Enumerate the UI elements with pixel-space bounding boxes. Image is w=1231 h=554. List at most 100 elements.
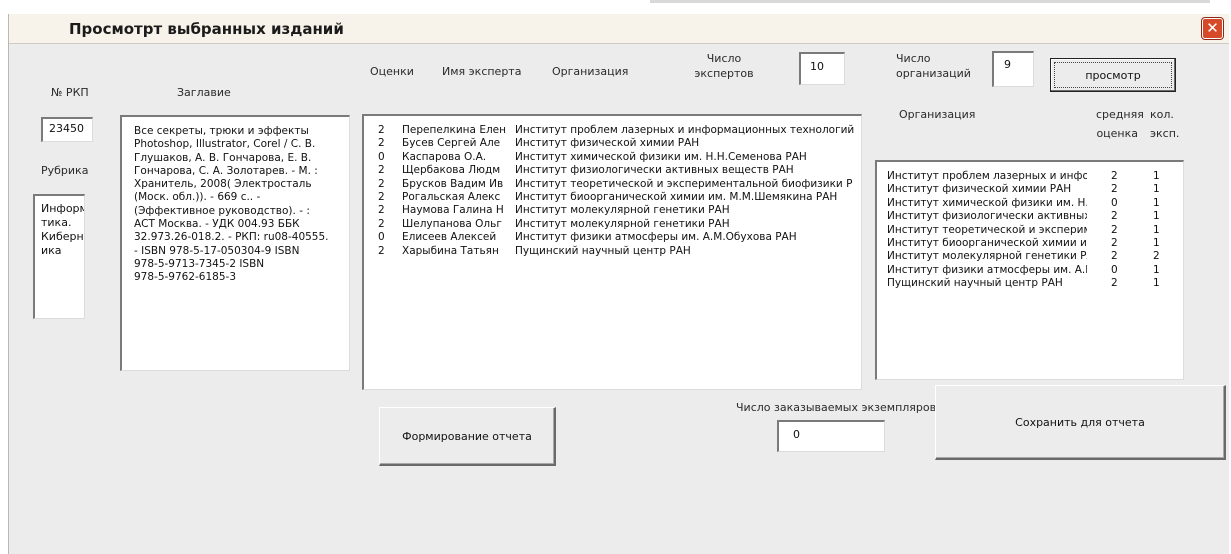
expert-organization: Институт молекулярной генетики РАН <box>515 204 730 217</box>
rubric-field[interactable]: Информатика.Кибернетика <box>33 194 85 319</box>
expert-rating: 0 <box>378 150 385 163</box>
expert-row[interactable]: 2 Шелупанова Ольг Институт молекулярной ге… <box>364 218 861 231</box>
expert-rating: 0 <box>378 231 385 244</box>
title-line: Все секреты, трюки и эффекты <box>134 125 309 137</box>
rubric-line: ика <box>41 244 62 257</box>
expert-name: Харыбина Татьян <box>402 244 499 257</box>
organization-name: Институт проблем лазерных и инфорі <box>887 170 1087 182</box>
organization-avg-rating: 0 <box>1111 196 1118 209</box>
expert-row[interactable]: 2 Харыбина Татьян Пущинский научный центр … <box>364 245 861 258</box>
organization-expert-count: 1 <box>1153 277 1160 290</box>
avg-rating-header: средняя оценка <box>1096 108 1144 140</box>
close-icon: ✕ <box>1206 19 1219 37</box>
experts-count-label: Число экспертов <box>684 52 764 80</box>
avg-rating-header-line2: оценка <box>1096 127 1138 140</box>
organization-row[interactable]: Институт физики атмосферы им. А.М. 0 1 <box>877 264 1183 277</box>
expert-name-header: Имя эксперта <box>442 65 522 78</box>
title-bar: Просмотрт выбранных изданий ✕ <box>9 14 1229 44</box>
expert-organization: Институт химической физики им. Н.Н.Семен… <box>515 150 807 163</box>
avg-rating-header-line1: средняя <box>1096 108 1144 121</box>
organization-row[interactable]: Институт молекулярной генетики РАН 2 2 <box>877 250 1183 263</box>
expert-organization: Институт физиологически активных веществ… <box>515 164 794 177</box>
expert-organization: Институт биоорганической химии им. М.М.Ш… <box>515 191 838 203</box>
save-for-report-button[interactable]: Сохранить для отчета <box>935 385 1226 460</box>
experts-count-field[interactable]: 10 <box>799 52 845 85</box>
expert-name: Бусев Сергей Але <box>402 137 501 150</box>
copies-field[interactable]: 0 <box>777 420 885 452</box>
organization-row[interactable]: Институт химической физики им. Н.Н. 0 1 <box>877 197 1183 210</box>
orgs-count-label-line1: Число <box>896 52 931 65</box>
expert-row[interactable]: 2 Перепелкина Елен Институт проблем лазерн… <box>364 124 861 137</box>
title-line: 32.973.26-018.2. - РКП: ru08-40555. <box>134 231 329 244</box>
experts-list[interactable]: 2 Перепелкина Елен Институт проблем лазерн… <box>362 114 862 390</box>
rubric-line: Информа <box>41 202 84 215</box>
expert-row[interactable]: 2 Брусков Вадим Ив Институт теоретической … <box>364 178 861 191</box>
organization-name: Институт физики атмосферы им. А.М. <box>887 263 1087 276</box>
organization-row[interactable]: Институт физической химии РАН 2 1 <box>877 183 1183 196</box>
organization-name: Институт химической физики им. Н.Н. <box>887 196 1087 209</box>
title-line: (Эффективное руководство). - : <box>134 204 310 217</box>
organization-expert-count: 1 <box>1153 223 1160 236</box>
expert-organization: Институт физической химии РАН <box>515 137 700 150</box>
expert-rating: 2 <box>378 177 385 190</box>
title-line: Глушаков, А. В. Гончарова, Е. В. <box>134 151 312 164</box>
expert-rating: 2 <box>378 164 385 177</box>
expert-row[interactable]: 2 Бусев Сергей Але Институт физической хим… <box>364 137 861 150</box>
organization-avg-rating: 2 <box>1111 170 1118 182</box>
organization-avg-rating: 2 <box>1111 223 1118 236</box>
expert-name: Рогальская Алекс <box>402 191 501 203</box>
organization-row[interactable]: Институт биоорганической химии им. 2 1 <box>877 237 1183 250</box>
organization-avg-rating: 2 <box>1111 183 1118 196</box>
expert-row[interactable]: 2 Наумова Галина Н Институт молекулярной г… <box>364 204 861 217</box>
report-button[interactable]: Формирование отчета <box>379 407 556 466</box>
title-text: Все секреты, трюки и эффекты Photoshop, I… <box>134 125 349 285</box>
organization-expert-count: 1 <box>1153 263 1160 276</box>
organization-name: Институт молекулярной генетики РАН <box>887 250 1087 263</box>
expert-row[interactable]: 0 Каспарова О.А. Институт химической физик… <box>364 151 861 164</box>
organization-name: Пущинский научный центр РАН <box>887 277 1063 290</box>
expert-rating: 2 <box>378 137 385 150</box>
expert-rating: 2 <box>378 124 385 136</box>
title-line: Гончарова, С. А. Золотарев. - М. : <box>134 164 318 177</box>
organization-avg-rating: 0 <box>1111 263 1118 276</box>
expert-row[interactable]: 2 Рогальская Алекс Институт биоорганическо… <box>364 191 861 204</box>
ratings-header: Оценки <box>370 65 414 78</box>
rkp-field[interactable]: 23450 <box>41 117 93 142</box>
expert-name: Шелупанова Ольг <box>402 217 502 230</box>
title-textbox[interactable]: Все секреты, трюки и эффекты Photoshop, I… <box>120 115 350 371</box>
title-line: 978-5-9762-6185-3 <box>134 271 237 284</box>
rkp-label: № РКП <box>51 86 89 99</box>
organization-expert-count: 2 <box>1153 250 1160 263</box>
organization-name: Институт теоретической и эксперимеі <box>887 223 1087 236</box>
title-line: Photoshop, Illustrator, Corel / С. В. <box>134 138 316 151</box>
view-button[interactable]: просмотр <box>1050 58 1176 92</box>
org-list-header: Организация <box>899 108 976 121</box>
expert-row[interactable]: 0 Елисеев Алексей Институт физики атмосфер… <box>364 231 861 244</box>
expert-organization: Институт физики атмосферы им. А.М.Обухов… <box>515 231 797 244</box>
organization-row[interactable]: Пущинский научный центр РАН 2 1 <box>877 277 1183 290</box>
expert-name: Наумова Галина Н <box>402 204 504 217</box>
close-button[interactable]: ✕ <box>1202 18 1223 39</box>
expert-organization: Пущинский научный центр РАН <box>515 244 691 257</box>
rubric-label: Рубрика <box>41 164 89 177</box>
count-exp-header-line2: эксп. <box>1150 127 1180 140</box>
organization-expert-count: 1 <box>1153 183 1160 196</box>
title-line: Хранитель, 2008( Электросталь <box>134 178 312 191</box>
orgs-count-field[interactable]: 9 <box>992 51 1034 87</box>
dialog-window: Просмотрт выбранных изданий ✕ № РКП 2345… <box>8 14 1229 554</box>
background-strip <box>650 0 1210 3</box>
expert-name: Щербакова Людм <box>402 164 501 177</box>
organization-row[interactable]: Институт проблем лазерных и инфорі 2 1 <box>877 170 1183 183</box>
expert-rating: 2 <box>378 217 385 230</box>
expert-name: Брусков Вадим Ив <box>402 177 504 190</box>
expert-row[interactable]: 2 Щербакова Людм Институт физиологически а… <box>364 164 861 177</box>
organization-row[interactable]: Институт теоретической и эксперимеі 2 1 <box>877 224 1183 237</box>
expert-name: Елисеев Алексей <box>402 231 497 244</box>
organizations-list[interactable]: Институт проблем лазерных и инфорі 2 1 Инст… <box>875 160 1184 380</box>
expert-name: Перепелкина Елен <box>402 124 506 136</box>
organization-row[interactable]: Институт физиологически активных в 2 1 <box>877 210 1183 223</box>
organization-header: Организация <box>552 65 629 78</box>
organization-avg-rating: 2 <box>1111 210 1118 223</box>
expert-rating: 2 <box>378 204 385 217</box>
title-line: 978-5-9713-7345-2 ISBN <box>134 257 265 270</box>
